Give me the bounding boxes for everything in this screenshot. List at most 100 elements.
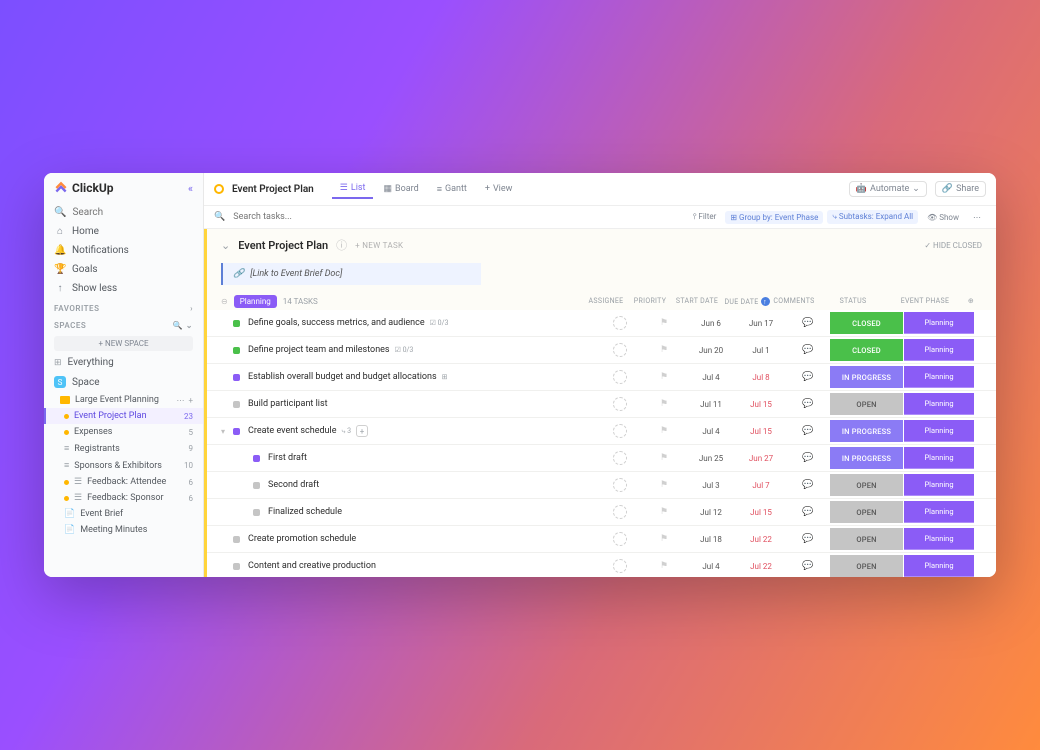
task-row[interactable]: Finalized schedule ⚑ Jul 12 Jul 15 💬 OPE… — [207, 499, 996, 526]
nav-goals[interactable]: 🏆Goals — [44, 260, 203, 279]
phase-cell[interactable]: Planning — [904, 447, 974, 469]
comments-cell[interactable]: 💬 — [786, 507, 830, 517]
comments-cell[interactable]: 💬 — [786, 534, 830, 544]
more-button[interactable]: ⋯ — [968, 211, 986, 224]
space-item[interactable]: S Space — [44, 372, 203, 392]
status-cell[interactable]: IN PROGRESS — [830, 447, 904, 469]
brand[interactable]: ClickUp — [54, 181, 114, 195]
due-date-cell[interactable]: Jul 15 — [736, 508, 786, 517]
status-cell[interactable]: CLOSED — [830, 339, 904, 361]
task-row[interactable]: Define goals, success metrics, and audie… — [207, 310, 996, 337]
comments-cell[interactable]: 💬 — [786, 561, 830, 571]
nav-notifications[interactable]: 🔔Notifications — [44, 241, 203, 260]
task-name[interactable]: Finalized schedule — [268, 507, 598, 517]
subtasks-chip[interactable]: ⤷ Subtasks: Expand All — [827, 210, 918, 224]
hide-closed-toggle[interactable]: ✓ HIDE CLOSED — [924, 241, 982, 250]
task-status-color-icon[interactable] — [233, 320, 240, 327]
add-subtask-button[interactable]: + — [356, 425, 368, 437]
link-doc-box[interactable]: 🔗 [Link to Event Brief Doc] — [221, 263, 481, 285]
assignee-cell[interactable] — [598, 424, 642, 438]
task-name[interactable]: Define project team and milestones ☑ 0/3 — [248, 345, 598, 355]
phase-cell[interactable]: Planning — [904, 366, 974, 388]
sidebar-item-registrants[interactable]: ≡Registrants9 — [44, 440, 203, 457]
task-status-color-icon[interactable] — [233, 536, 240, 543]
new-task-button[interactable]: + NEW TASK — [355, 241, 403, 250]
priority-cell[interactable]: ⚑ — [642, 399, 686, 409]
view-tab-list[interactable]: ☰List — [332, 179, 374, 199]
task-status-color-icon[interactable] — [233, 401, 240, 408]
due-date-cell[interactable]: Jul 7 — [736, 481, 786, 490]
assignee-cell[interactable] — [598, 505, 642, 519]
sidebar-item-event-brief[interactable]: 📄Event Brief — [44, 506, 203, 522]
status-cell[interactable]: CLOSED — [830, 312, 904, 334]
sidebar-item-event-project-plan[interactable]: Event Project Plan23 — [44, 408, 203, 424]
sidebar-search[interactable]: 🔍 ⌘K — [44, 203, 203, 222]
task-status-color-icon[interactable] — [233, 428, 240, 435]
due-date-cell[interactable]: Jul 22 — [736, 562, 786, 571]
priority-cell[interactable]: ⚑ — [642, 507, 686, 517]
folder-actions[interactable]: ⋯ + — [176, 396, 193, 405]
task-row[interactable]: Second draft ⚑ Jul 3 Jul 7 💬 OPEN Planni… — [207, 472, 996, 499]
nav-show-less[interactable]: ↑Show less — [44, 279, 203, 298]
assignee-cell[interactable] — [598, 559, 642, 573]
phase-cell[interactable]: Planning — [904, 528, 974, 550]
start-date-cell[interactable]: Jul 4 — [686, 427, 736, 436]
priority-cell[interactable]: ⚑ — [642, 426, 686, 436]
task-row[interactable]: ▾ Create event schedule ⤷ 3 + ⚑ Jul 4 Ju… — [207, 418, 996, 445]
group-badge[interactable]: Planning — [234, 295, 277, 308]
col-comments[interactable]: COMMENTS — [772, 297, 816, 306]
col-priority[interactable]: PRIORITY — [628, 297, 672, 306]
view-tab-gantt[interactable]: ≡Gantt — [429, 179, 475, 199]
assignee-cell[interactable] — [598, 316, 642, 330]
priority-cell[interactable]: ⚑ — [642, 561, 686, 571]
search-input[interactable] — [72, 207, 205, 218]
new-space-button[interactable]: + NEW SPACE — [54, 336, 193, 351]
favorites-section[interactable]: FAVORITES › — [44, 298, 203, 315]
folder-large-event[interactable]: Large Event Planning ⋯ + — [44, 392, 203, 408]
task-row[interactable]: Content and creative production ⚑ Jul 4 … — [207, 553, 996, 577]
start-date-cell[interactable]: Jul 3 — [686, 481, 736, 490]
priority-cell[interactable]: ⚑ — [642, 318, 686, 328]
comments-cell[interactable]: 💬 — [786, 453, 830, 463]
filter-button[interactable]: ⫯ Filter — [688, 210, 721, 224]
nav-home[interactable]: ⌂Home — [44, 222, 203, 241]
start-date-cell[interactable]: Jun 25 — [686, 454, 736, 463]
groupby-chip[interactable]: ⊞ Group by: Event Phase — [725, 211, 823, 224]
task-row[interactable]: Establish overall budget and budget allo… — [207, 364, 996, 391]
expand-all-icon[interactable]: ⊖ — [221, 297, 228, 306]
comments-cell[interactable]: 💬 — [786, 372, 830, 382]
assignee-cell[interactable] — [598, 532, 642, 546]
start-date-cell[interactable]: Jul 18 — [686, 535, 736, 544]
show-button[interactable]: 👁 Show — [922, 211, 964, 224]
task-status-color-icon[interactable] — [233, 563, 240, 570]
status-cell[interactable]: OPEN — [830, 474, 904, 496]
start-date-cell[interactable]: Jul 11 — [686, 400, 736, 409]
add-column-button[interactable]: ⊕ — [960, 297, 982, 306]
sidebar-item-sponsors-exhibitors[interactable]: ≡Sponsors & Exhibitors10 — [44, 457, 203, 474]
sidebar-item-feedback-sponsor[interactable]: ☰Feedback: Sponsor6 — [44, 490, 203, 506]
collapse-sidebar-icon[interactable]: « — [188, 182, 193, 195]
priority-cell[interactable]: ⚑ — [642, 534, 686, 544]
due-date-cell[interactable]: Jul 8 — [736, 373, 786, 382]
due-date-cell[interactable]: Jul 1 — [736, 346, 786, 355]
task-row[interactable]: Build participant list ⚑ Jul 11 Jul 15 💬… — [207, 391, 996, 418]
task-row[interactable]: Create promotion schedule ⚑ Jul 18 Jul 2… — [207, 526, 996, 553]
task-status-color-icon[interactable] — [253, 509, 260, 516]
due-date-cell[interactable]: Jul 22 — [736, 535, 786, 544]
due-date-cell[interactable]: Jun 17 — [736, 319, 786, 328]
comments-cell[interactable]: 💬 — [786, 426, 830, 436]
phase-cell[interactable]: Planning — [904, 420, 974, 442]
start-date-cell[interactable]: Jul 12 — [686, 508, 736, 517]
chevron-down-icon[interactable]: ⌄ — [221, 239, 230, 252]
phase-cell[interactable]: Planning — [904, 474, 974, 496]
comments-cell[interactable]: 💬 — [786, 345, 830, 355]
sidebar-item-feedback-attendee[interactable]: ☰Feedback: Attendee6 — [44, 474, 203, 490]
assignee-cell[interactable] — [598, 478, 642, 492]
task-name[interactable]: Create promotion schedule — [248, 534, 598, 544]
col-assignee[interactable]: ASSIGNEE — [584, 297, 628, 306]
priority-cell[interactable]: ⚑ — [642, 453, 686, 463]
start-date-cell[interactable]: Jul 4 — [686, 562, 736, 571]
expand-toggle-icon[interactable]: ▾ — [221, 427, 233, 436]
sidebar-item-meeting-minutes[interactable]: 📄Meeting Minutes — [44, 522, 203, 538]
share-button[interactable]: 🔗 Share — [935, 181, 986, 197]
